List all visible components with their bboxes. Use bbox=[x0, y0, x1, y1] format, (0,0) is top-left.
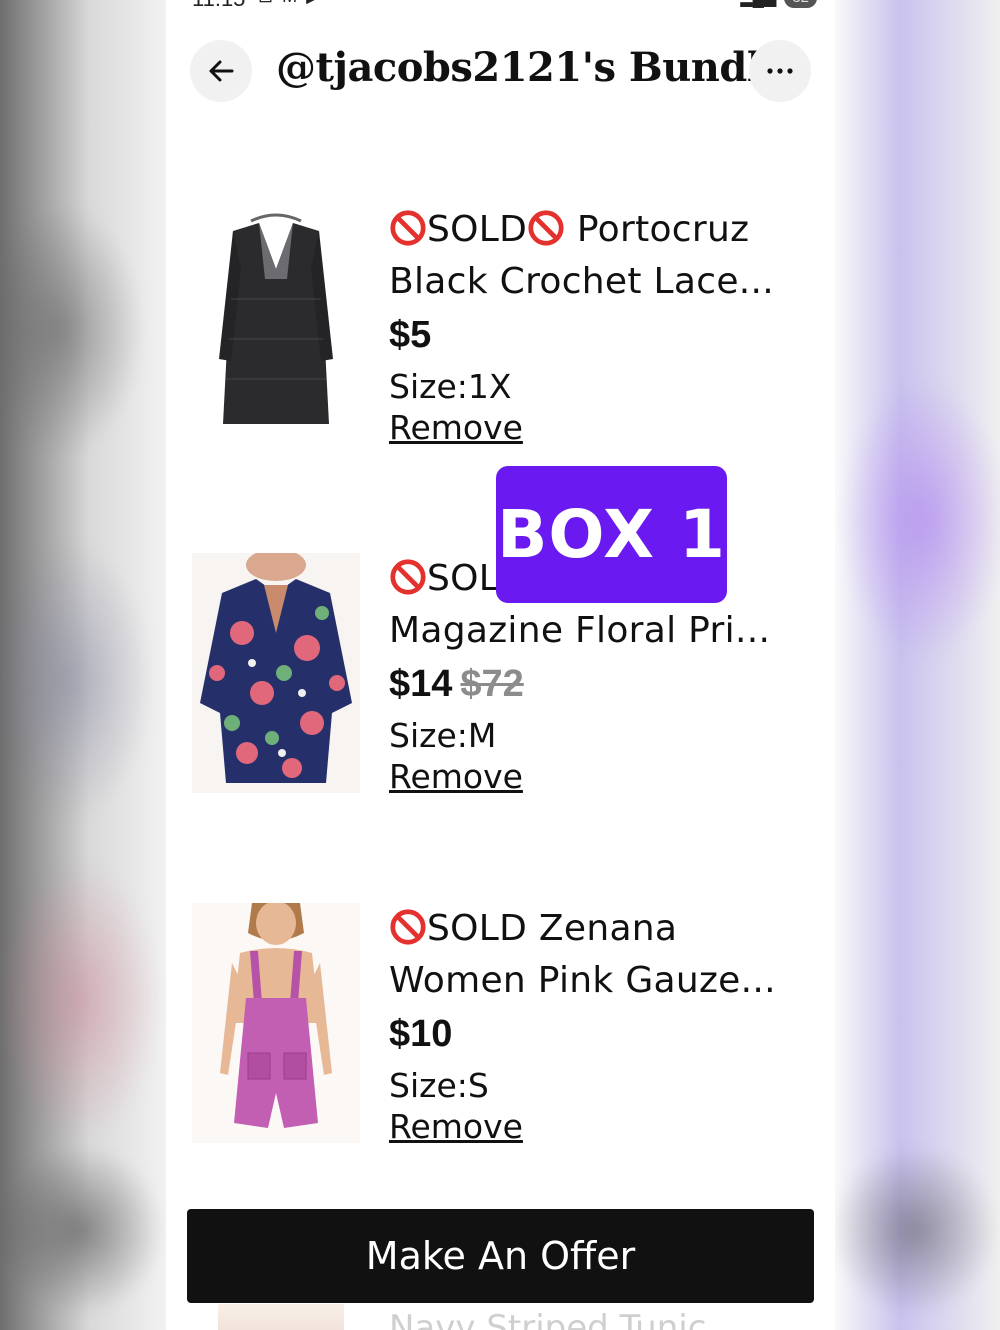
item-info: SOLD Zenana Women Pink Gauze... $10 Size… bbox=[389, 903, 809, 1146]
next-item-title: Navy Striped Tunic bbox=[389, 1308, 707, 1330]
background-blur-left bbox=[0, 0, 166, 1330]
more-options-button[interactable] bbox=[749, 40, 811, 102]
price-line: $14 $72 bbox=[389, 663, 809, 706]
size-line: Size:1X bbox=[389, 367, 809, 406]
prohibited-icon bbox=[390, 210, 426, 246]
status-time: 11:15 bbox=[192, 0, 245, 12]
item-thumbnail[interactable] bbox=[190, 553, 362, 793]
remove-link[interactable]: Remove bbox=[389, 1107, 523, 1146]
background-blur-right bbox=[834, 0, 1000, 1330]
item-info: SOLD Portocruz Black Crochet Lace... $5 … bbox=[389, 204, 809, 447]
size-label: Size: bbox=[389, 1066, 468, 1105]
sold-label: SOL bbox=[427, 558, 500, 599]
make-offer-button[interactable]: Make An Offer bbox=[187, 1209, 814, 1303]
item-name: Magazine Floral Pri... bbox=[389, 610, 771, 651]
sold-label: SOLD bbox=[427, 908, 528, 949]
next-item-thumbnail bbox=[218, 1304, 344, 1330]
box-label-overlay: BOX 1 bbox=[496, 466, 727, 603]
bundle-item: SOLD Zenana Women Pink Gauze... $10 Size… bbox=[166, 903, 835, 1163]
item-price: $10 bbox=[389, 1013, 453, 1055]
remove-link[interactable]: Remove bbox=[389, 408, 523, 447]
wifi-icon: ◠ bbox=[718, 0, 732, 8]
item-price: $14 bbox=[389, 663, 453, 705]
status-right: ◠ ▂▄▆ 32 bbox=[718, 0, 817, 8]
sold-label: SOLD bbox=[427, 209, 528, 250]
item-thumbnail[interactable] bbox=[190, 903, 362, 1143]
prohibited-icon bbox=[528, 210, 564, 246]
ellipsis-icon bbox=[767, 68, 793, 74]
signal-icon: ▂▄▆ bbox=[740, 0, 776, 8]
price-line: $10 bbox=[389, 1013, 809, 1056]
item-price: $5 bbox=[389, 314, 432, 356]
header: @tjacobs2121's Bundle bbox=[166, 38, 835, 104]
battery-indicator: 32 bbox=[784, 0, 817, 8]
prohibited-icon bbox=[390, 909, 426, 945]
size-line: Size:M bbox=[389, 716, 809, 755]
size-value: S bbox=[467, 1066, 489, 1105]
item-title[interactable]: SOLD Portocruz Black Crochet Lace... bbox=[389, 204, 809, 308]
size-value: M bbox=[467, 716, 497, 755]
size-label: Size: bbox=[389, 367, 468, 406]
size-value: 1X bbox=[467, 367, 512, 406]
prohibited-icon bbox=[390, 559, 426, 595]
bundle-item: SOLD Portocruz Black Crochet Lace... $5 … bbox=[166, 204, 835, 464]
black-crochet-dress-image bbox=[219, 213, 333, 424]
floral-blouse-image bbox=[192, 553, 360, 793]
size-line: Size:S bbox=[389, 1066, 809, 1105]
original-price: $72 bbox=[460, 663, 524, 705]
status-bar: 11:15 ⊡ M ▶ • ◠ ▂▄▆ 32 bbox=[166, 0, 835, 16]
item-thumbnail[interactable] bbox=[190, 204, 362, 444]
page-title: @tjacobs2121's Bundle bbox=[276, 44, 787, 91]
phone-screen: 11:15 ⊡ M ▶ • ◠ ▂▄▆ 32 @tjacobs2121's Bu… bbox=[166, 0, 835, 1330]
notification-icons: ⊡ M ▶ • bbox=[258, 0, 337, 7]
size-label: Size: bbox=[389, 716, 468, 755]
back-button[interactable] bbox=[190, 40, 252, 102]
item-title[interactable]: SOLD Zenana Women Pink Gauze... bbox=[389, 903, 809, 1007]
pink-overalls-image bbox=[192, 903, 360, 1143]
remove-link[interactable]: Remove bbox=[389, 757, 523, 796]
arrow-left-icon bbox=[209, 60, 234, 82]
price-line: $5 bbox=[389, 314, 809, 357]
